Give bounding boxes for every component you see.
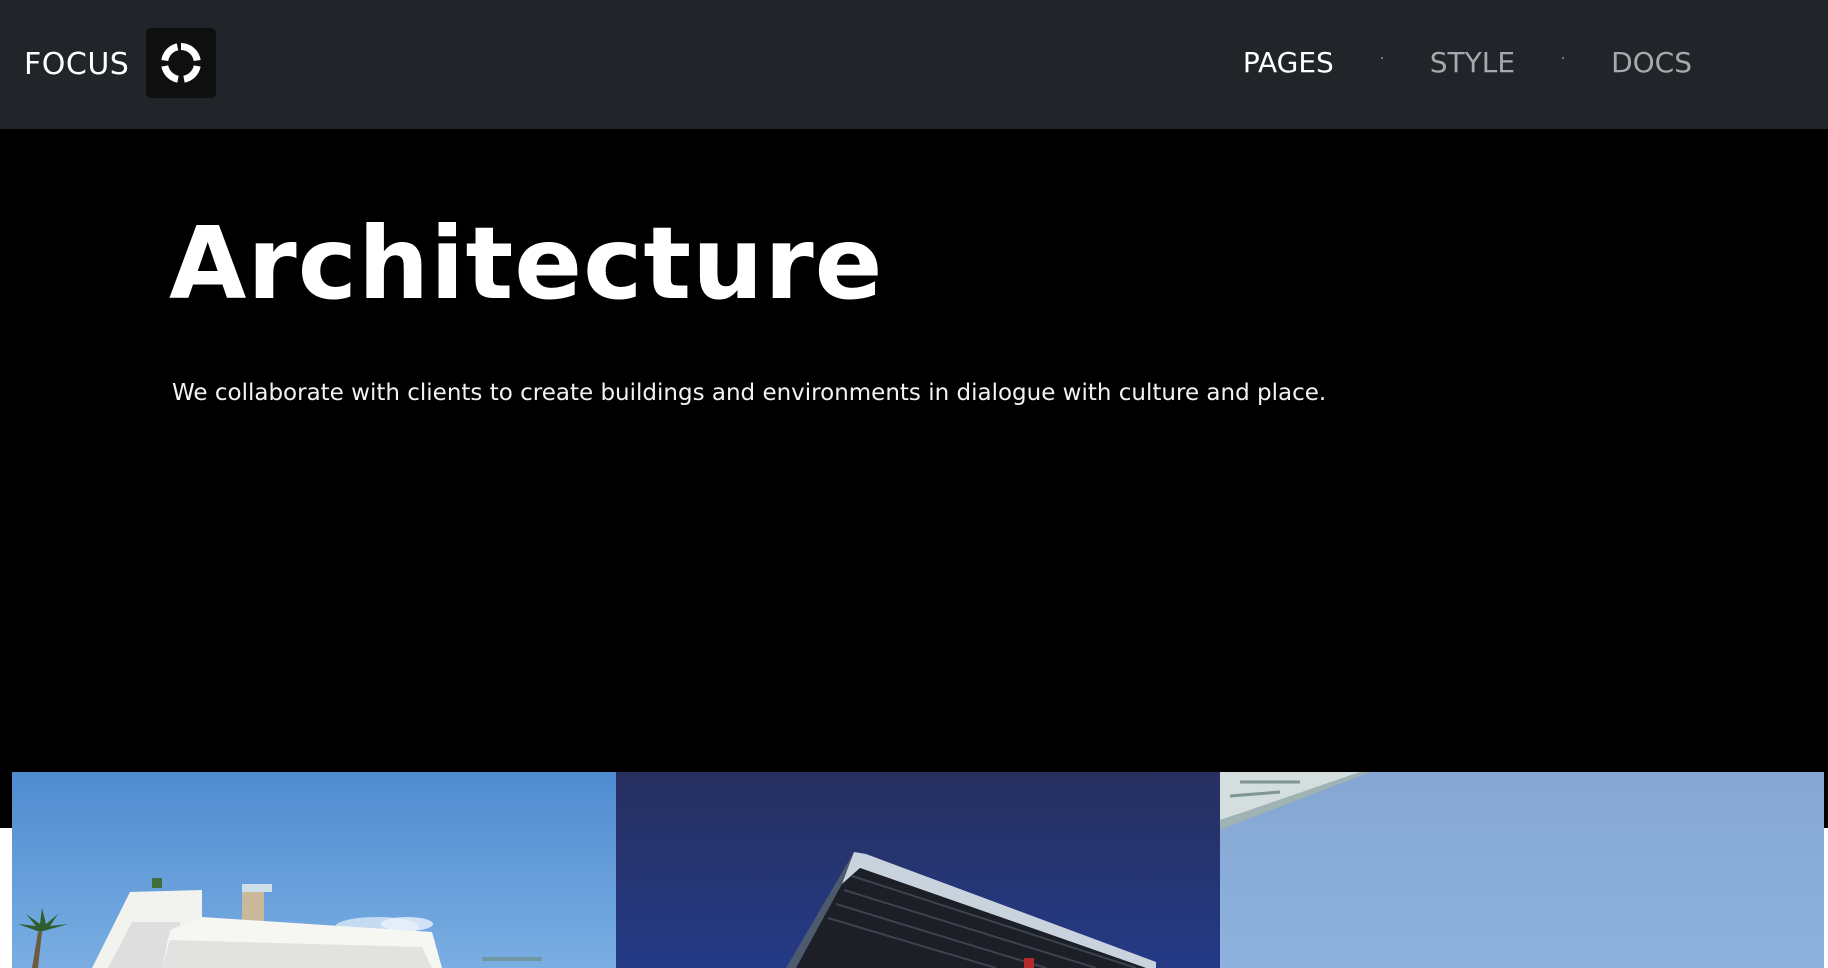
gallery-image-1[interactable] [12,772,616,968]
gallery-image-3[interactable] [1220,772,1824,968]
hero-lead-text: We collaborate with clients to create bu… [172,380,1327,406]
nav-separator [1380,56,1383,59]
page-title: Architecture [169,205,884,322]
brand-link[interactable]: FOCUS [24,0,217,129]
nav-item-style[interactable]: STYLE [1430,48,1515,77]
brand-name: FOCUS [24,46,130,82]
image-gallery [12,772,1824,968]
nav-separator [1562,56,1565,59]
gallery-image-2[interactable] [616,772,1220,968]
top-navbar: FOCUS PAGES STYLE DOCS [0,0,1828,129]
circle-segments-icon [146,27,217,98]
hero-section: Architecture We collaborate with clients… [0,129,1828,828]
nav-item-pages[interactable]: PAGES [1243,48,1334,77]
nav-item-docs[interactable]: DOCS [1611,48,1692,77]
main-nav: PAGES STYLE DOCS [1243,0,1692,129]
